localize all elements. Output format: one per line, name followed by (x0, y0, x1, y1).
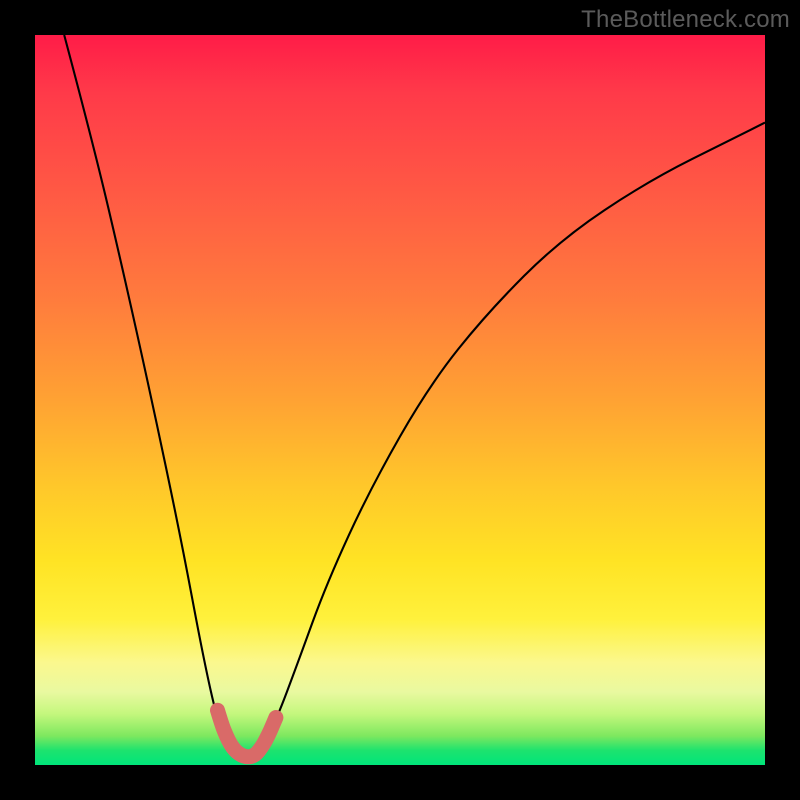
chart-frame: TheBottleneck.com (0, 0, 800, 800)
highlight-band (218, 710, 276, 757)
watermark-text: TheBottleneck.com (581, 6, 790, 34)
chart-overlay (35, 35, 765, 765)
main-curve (64, 35, 765, 757)
